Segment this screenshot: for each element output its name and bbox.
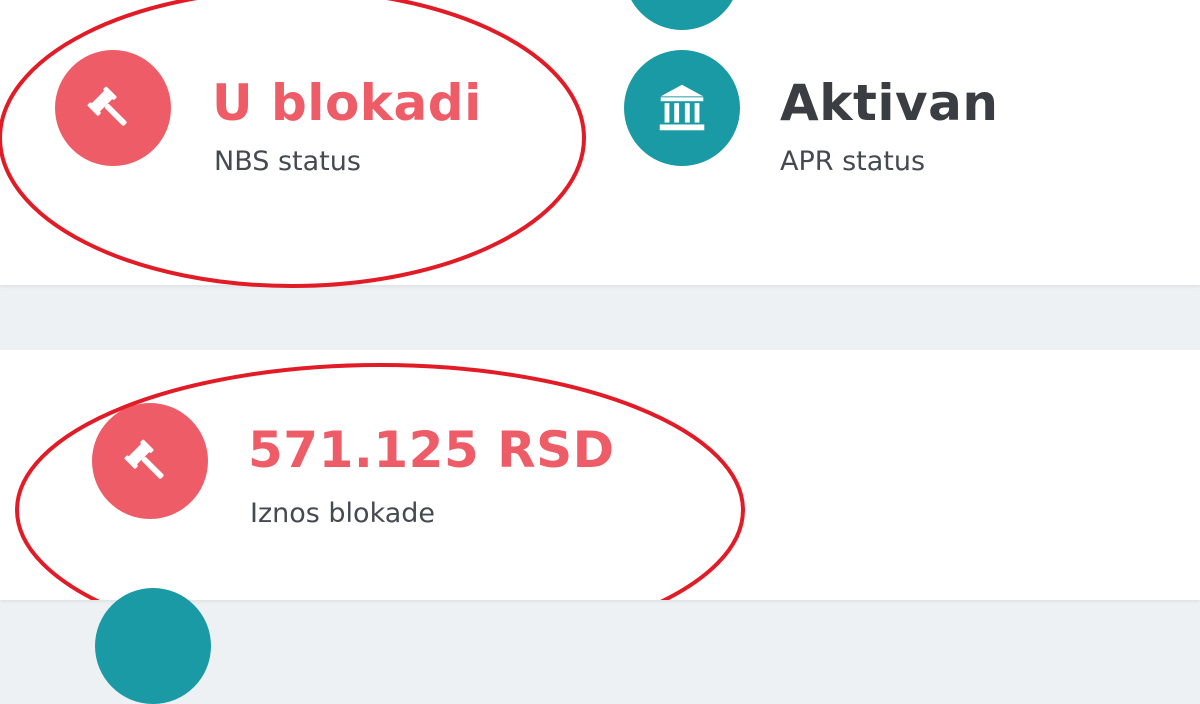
blockade-amount-card: 571.125 RSD Iznos blokade <box>0 350 1200 704</box>
nbs-status-label: NBS status <box>214 146 361 177</box>
gavel-icon <box>124 439 164 479</box>
apr-status-value: Aktivan <box>780 74 999 132</box>
apr-status-item: Aktivan APR status <box>600 0 1200 285</box>
nbs-status-icon-circle <box>55 50 171 166</box>
blockade-icon-circle <box>92 403 208 519</box>
blockade-amount-item: 571.125 RSD Iznos blokade <box>0 350 800 600</box>
blockade-amount-value: 571.125 RSD <box>248 421 615 479</box>
blockade-amount-label: Iznos blokade <box>250 498 436 529</box>
company-status-card: U blokadi NBS status Aktivan APR status <box>0 0 1200 288</box>
apr-status-icon-circle <box>624 50 740 166</box>
partial-teal-icon-bottom <box>95 588 211 704</box>
nbs-status-value: U blokadi <box>212 74 482 132</box>
apr-status-label: APR status <box>780 146 926 177</box>
nbs-status-item: U blokadi NBS status <box>0 0 600 285</box>
bank-building-icon <box>659 84 705 131</box>
gavel-icon <box>87 86 127 126</box>
